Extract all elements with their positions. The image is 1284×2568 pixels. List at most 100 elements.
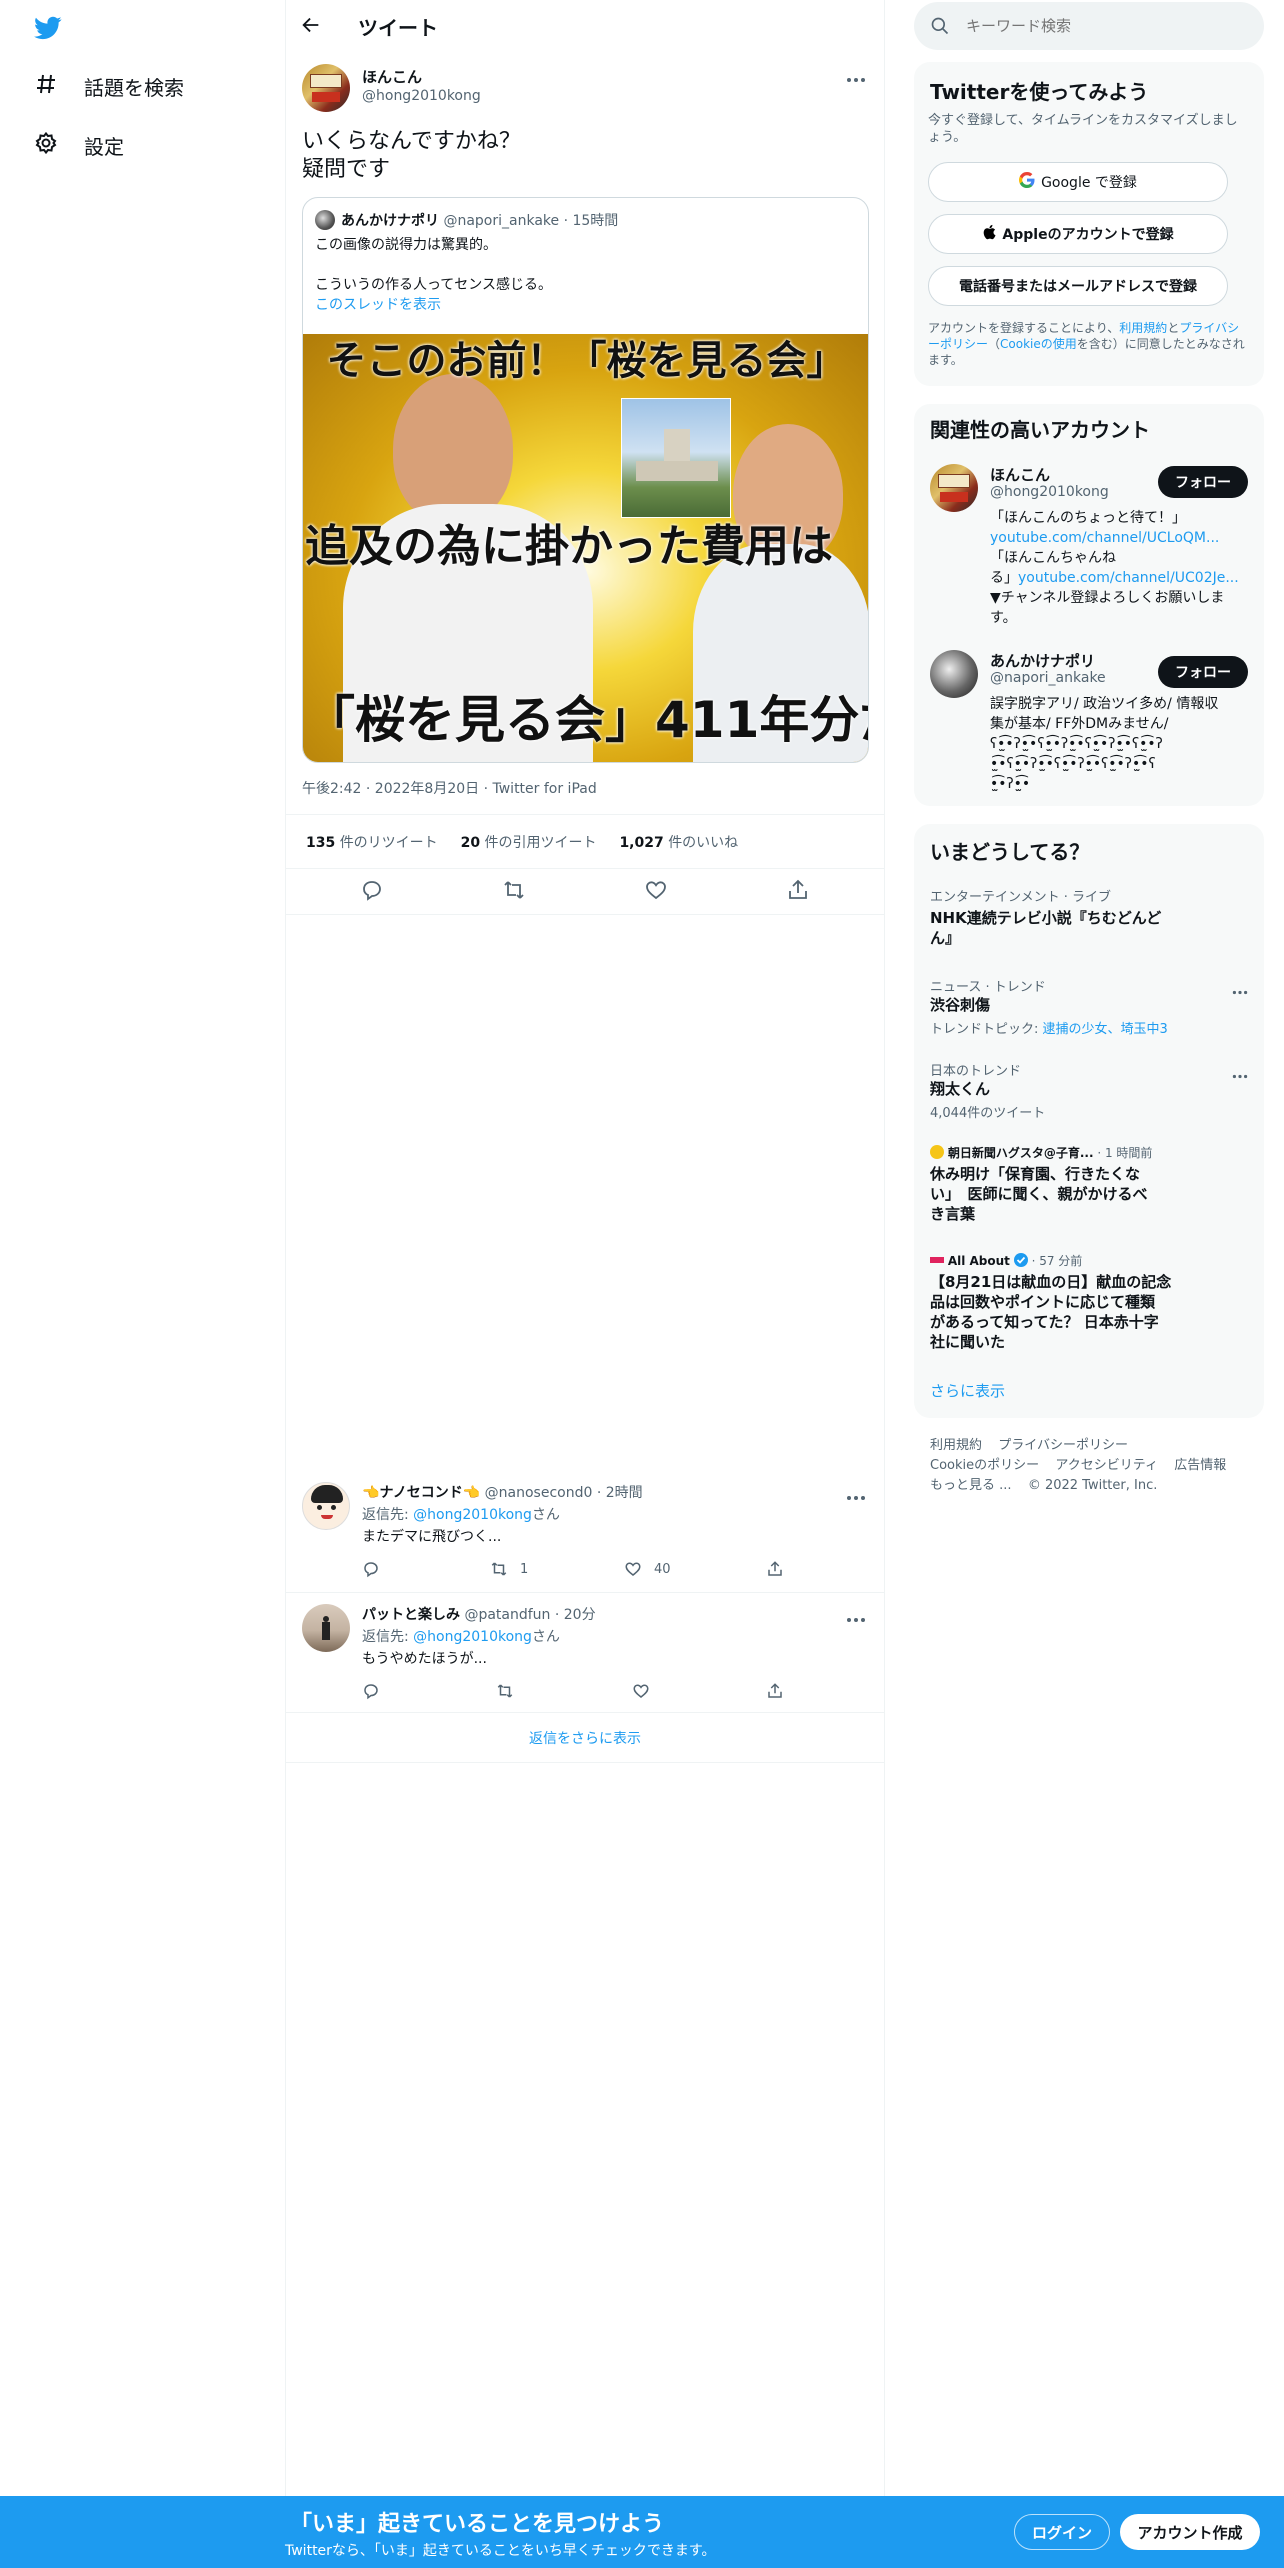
- bio-link[interactable]: youtube.com/channel/UC02Je...: [1018, 570, 1239, 586]
- trend-title-line: NHK連続テレビ小説『ちむどんど: [930, 909, 1162, 927]
- retweet-icon[interactable]: [502, 878, 528, 904]
- reply-text: またデマに飛びつく...: [362, 1529, 502, 1545]
- related-name[interactable]: ほんこん: [990, 464, 1050, 485]
- terms-text: （: [988, 337, 1001, 351]
- footer-accessibility-link[interactable]: アクセシビリティ: [1055, 1458, 1158, 1473]
- footer-cookie-link[interactable]: Cookieのポリシー: [930, 1458, 1039, 1473]
- twitter-logo-icon[interactable]: [32, 14, 64, 44]
- quoted-text-line: この画像の説得力は驚異的。: [315, 237, 497, 253]
- search-box[interactable]: [914, 2, 1264, 50]
- related-handle[interactable]: @napori_ankake: [990, 670, 1106, 686]
- retweets-count: 135: [306, 835, 336, 851]
- pointing-hand-icon: 👈: [362, 1485, 380, 1501]
- trend-title: 翔太くん: [930, 1080, 991, 1098]
- retweet-icon[interactable]: [490, 1560, 510, 1580]
- login-button[interactable]: ログイン: [1014, 2514, 1110, 2550]
- news-item[interactable]: 朝日新聞ハグスタ@子育... · 1 時間前 休み明け「保育園、行きたくな い」…: [914, 1140, 1264, 1240]
- show-thread-link[interactable]: このスレッドを表示: [315, 294, 441, 314]
- author-avatar[interactable]: [302, 64, 350, 112]
- more-options-icon[interactable]: [846, 1608, 870, 1622]
- footer-more-link[interactable]: もっと見る ...: [930, 1478, 1012, 1493]
- bio-link[interactable]: youtube.com/channel/UCLoQM...: [990, 528, 1250, 548]
- follow-button[interactable]: フォロー: [1158, 656, 1248, 688]
- nav-explore[interactable]: 話題を検索: [34, 62, 184, 110]
- trend-item[interactable]: 日本のトレンド 翔太くん 4,044件のツイート: [914, 1056, 1264, 1121]
- likes-count: 1,027: [619, 835, 664, 851]
- news-headline-line: 休み明け「保育園、行きたくな: [930, 1165, 1141, 1183]
- tweet-stats: 135 件のリツイート 20 件の引用ツイート 1,027 件のいいね: [306, 832, 738, 852]
- related-avatar[interactable]: [930, 464, 978, 512]
- retweet-icon[interactable]: [496, 1682, 516, 1702]
- more-options-icon[interactable]: [1232, 980, 1252, 995]
- more-options-icon[interactable]: [846, 1486, 870, 1500]
- show-more-replies-link[interactable]: 返信をさらに表示: [286, 1728, 884, 1748]
- quotes-stat[interactable]: 20 件の引用ツイート: [461, 835, 597, 851]
- nav-settings-label: 設定: [84, 134, 124, 159]
- tweet-timestamp[interactable]: 午後2:42 · 2022年8月20日 · Twitter for iPad: [302, 778, 597, 798]
- nav-settings[interactable]: 設定: [34, 121, 124, 169]
- reply-to-suffix: さん: [531, 1629, 560, 1645]
- news-headline-line: き言葉: [930, 1205, 976, 1223]
- show-more-trends-link[interactable]: さらに表示: [930, 1380, 1005, 1401]
- author-name[interactable]: ほんこん: [362, 66, 422, 87]
- related-avatar[interactable]: [930, 650, 978, 698]
- reply-author-handle: @patandfun: [464, 1607, 551, 1623]
- tweet-text: いくらなんですかね？ 疑問です: [302, 128, 521, 184]
- quoted-image[interactable]: そこのお前！「桜を見る会」 追及の為に掛かった費用は 「桜を見る会」411年分だ…: [303, 334, 868, 762]
- create-account-button[interactable]: アカウント作成: [1120, 2514, 1260, 2550]
- footer-terms-link[interactable]: 利用規約: [930, 1438, 982, 1453]
- footer-privacy-link[interactable]: プライバシーポリシー: [998, 1438, 1128, 1453]
- trend-topic-links[interactable]: 逮捕の少女、埼玉中3: [1043, 1022, 1168, 1037]
- back-arrow-icon[interactable]: [300, 14, 326, 40]
- like-heart-icon[interactable]: [632, 1682, 652, 1702]
- footer-ads-link[interactable]: 広告情報: [1174, 1458, 1226, 1473]
- news-item[interactable]: All About · 57 分前 【8月21日は献血の日】献血の記念 品は回数…: [914, 1248, 1264, 1368]
- more-options-icon[interactable]: [846, 68, 870, 82]
- more-options-icon[interactable]: [1232, 1064, 1252, 1079]
- reply-tweet[interactable]: 👈ナノセコンド👈 @nanosecond0 · 2時間 返信先: @hong20…: [286, 1470, 884, 1592]
- reply-to-handle[interactable]: @hong2010kong: [413, 1629, 532, 1645]
- reply-time: · 2時間: [596, 1485, 643, 1501]
- footer-copyright: © 2022 Twitter, Inc.: [1027, 1478, 1158, 1493]
- reply-to-handle[interactable]: @hong2010kong: [413, 1507, 532, 1523]
- related-accounts-card: 関連性の高いアカウント ほんこん @hong2010kong フォロー 「ほんこ…: [914, 404, 1264, 806]
- divider: [286, 868, 884, 869]
- like-heart-icon[interactable]: [624, 1560, 644, 1580]
- likes-stat[interactable]: 1,027 件のいいね: [619, 835, 738, 851]
- reply-author-name: ナノセコンド: [379, 1485, 463, 1501]
- reply-icon[interactable]: [360, 878, 386, 904]
- related-handle[interactable]: @hong2010kong: [990, 484, 1109, 500]
- quoted-author-handle: @napori_ankake: [443, 213, 560, 229]
- search-input[interactable]: [966, 14, 1246, 38]
- apple-signup-button[interactable]: Appleのアカウントで登録: [928, 214, 1228, 254]
- terms-link[interactable]: 利用規約: [1119, 321, 1167, 335]
- trend-item[interactable]: ニュース · トレンド 渋谷刺傷 トレンドトピック: 逮捕の少女、埼玉中3: [914, 972, 1264, 1042]
- related-bio: 誤字脱字アリ/ 政治ツイ多め/ 情報収 集が基本/ FF外DMみません/ ʕ•̫…: [990, 694, 1250, 794]
- cookie-link[interactable]: Cookieの使用: [1000, 337, 1077, 351]
- follow-button[interactable]: フォロー: [1158, 466, 1248, 498]
- related-name[interactable]: あんかけナポリ: [990, 650, 1095, 671]
- reply-like-count: 40: [654, 1562, 671, 1577]
- trend-item[interactable]: エンターテインメント · ライブ NHK連続テレビ小説『ちむどんど ん』: [914, 876, 1264, 950]
- share-icon[interactable]: [786, 878, 812, 904]
- quoted-tweet[interactable]: あんかけナポリ @napori_ankake · 15時間 この画像の説得力は驚…: [302, 197, 869, 763]
- like-heart-icon[interactable]: [644, 878, 670, 904]
- reply-tweet[interactable]: パットと楽しみ @patandfun · 20分 返信先: @hong2010k…: [286, 1592, 884, 1712]
- share-icon[interactable]: [766, 1560, 786, 1580]
- retweets-stat[interactable]: 135 件のリツイート: [306, 835, 438, 851]
- trend-title: 渋谷刺傷: [930, 996, 991, 1014]
- author-handle[interactable]: @hong2010kong: [362, 88, 481, 104]
- news-headline-line: 【8月21日は献血の日】献血の記念: [930, 1273, 1172, 1291]
- google-signup-button[interactable]: Google で登録: [928, 162, 1228, 202]
- reply-icon[interactable]: [362, 1682, 382, 1702]
- news-headline-line: 社に聞いた: [930, 1333, 1006, 1351]
- quotes-label: 件の引用ツイート: [484, 835, 597, 851]
- reply-icon[interactable]: [362, 1560, 382, 1580]
- image-caption-bottom: 「桜を見る会」411年分だぜ！！: [305, 691, 868, 749]
- diet-building-photo: [621, 398, 731, 518]
- news-headline-line: 品は回数やポイントに応じて種類: [930, 1293, 1156, 1311]
- signup-title: Twitterを使ってみよう: [930, 80, 1149, 104]
- main-column: ツイート ほんこん @hong2010kong いくらなんですかね？ 疑問です …: [285, 0, 885, 2500]
- phone-email-signup-button[interactable]: 電話番号またはメールアドレスで登録: [928, 266, 1228, 306]
- share-icon[interactable]: [766, 1682, 786, 1702]
